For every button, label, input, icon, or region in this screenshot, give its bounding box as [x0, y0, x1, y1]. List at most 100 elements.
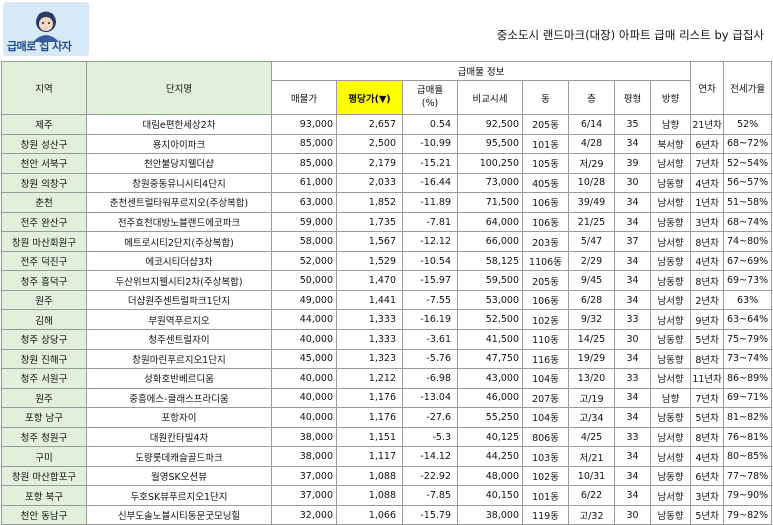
price-cell: 49,000 — [271, 289, 337, 311]
year-cell: 9년차 — [690, 309, 725, 331]
region-cell: 청주 서원구 — [1, 368, 87, 389]
pyeong-cell: 34 — [614, 387, 651, 409]
pyeong-cell: 34 — [614, 348, 651, 370]
per-pyeong-cell: 1,529 — [336, 250, 403, 272]
table-row: 춘천 춘천센트럴타워푸르지오(주상복합) 63,000 1,852 -11.89 71,5… — [1, 192, 773, 213]
compare-price-cell: 92,500 — [457, 114, 523, 135]
year-cell: 1년차 — [690, 192, 725, 213]
complex-cell: 메트로시티2단지(주상복합) — [86, 231, 272, 252]
pyeong-cell: 34 — [614, 270, 651, 291]
compare-price-cell: 40,150 — [457, 485, 523, 506]
table-row: 포항 남구 포항자이 40,000 1,176 -27.6 55,250 104동 고/34 3… — [1, 407, 773, 428]
drop-rate-cell: -3.61 — [402, 329, 458, 350]
direction-cell: 남동향 — [649, 250, 692, 272]
compare-price-cell: 47,750 — [457, 348, 523, 370]
compare-price-cell: 95,500 — [457, 133, 523, 155]
price-cell: 61,000 — [271, 172, 337, 194]
floor-cell: 39/49 — [568, 192, 615, 213]
pyeong-cell: 30 — [614, 172, 651, 194]
pyeong-cell: 37 — [614, 231, 651, 252]
region-cell: 원주 — [1, 387, 87, 409]
logo: 급매로 집 사자 — [3, 2, 89, 56]
drop-rate-cell: -12.12 — [402, 231, 458, 252]
table-row: 창원 마산회원구 메트로시티2단지(주상복합) 58,000 1,567 -12.12 6… — [1, 231, 773, 252]
jeonse-cell: 75~79% — [723, 329, 773, 350]
table-row: 창원 성산구 용지아이파크 85,000 2,500 -10.99 95,500 101동 4… — [1, 133, 773, 155]
direction-cell: 남동향 — [649, 270, 692, 291]
dong-cell: 104동 — [522, 407, 569, 428]
complex-cell: 창원중동유니시티4단지 — [86, 172, 272, 194]
pyeong-cell: 33 — [614, 368, 651, 389]
jeonse-cell: 52~54% — [723, 153, 773, 174]
per-pyeong-cell: 1,852 — [336, 192, 403, 213]
per-pyeong-cell: 1,441 — [336, 289, 403, 311]
price-cell: 40,000 — [271, 329, 337, 350]
direction-cell: 남동향 — [649, 465, 692, 487]
year-cell: 5년차 — [690, 504, 725, 525]
per-pyeong-cell: 1,212 — [336, 368, 403, 389]
dong-cell: 205동 — [522, 270, 569, 291]
price-cell: 59,000 — [271, 211, 337, 233]
floor-cell: 4/28 — [568, 133, 615, 155]
year-cell: 7년차 — [690, 387, 725, 409]
year-cell: 5년차 — [690, 407, 725, 428]
pyeong-cell: 34 — [614, 289, 651, 311]
direction-cell: 남동향 — [649, 348, 692, 370]
per-pyeong-cell: 2,179 — [336, 153, 403, 174]
direction-cell: 남향 — [649, 387, 692, 409]
direction-cell: 남서향 — [649, 289, 692, 311]
header-compare-price: 비교시세 — [457, 80, 523, 115]
table-row: 전주 덕진구 에코시티더샵3차 52,000 1,529 -10.54 58,125 110… — [1, 250, 773, 272]
price-cell: 85,000 — [271, 153, 337, 174]
floor-cell: 14/25 — [568, 329, 615, 350]
drop-rate-cell: -22.92 — [402, 465, 458, 487]
header-pyeong: 평형 — [614, 80, 651, 115]
jeonse-cell: 68~72% — [723, 133, 773, 155]
complex-cell: 부원역푸르지오 — [86, 309, 272, 331]
region-cell: 원주 — [1, 289, 87, 311]
direction-cell: 남서향 — [649, 192, 692, 213]
dong-cell: 106동 — [522, 289, 569, 311]
complex-cell: 대원칸타빌4차 — [86, 426, 272, 448]
region-cell: 창원 의창구 — [1, 172, 87, 194]
jeonse-cell: 69~73% — [723, 270, 773, 291]
price-cell: 50,000 — [271, 270, 337, 291]
header-per-pyeong-sort[interactable]: 평당가(▼) — [336, 80, 403, 115]
dong-cell: 106동 — [522, 211, 569, 233]
floor-cell: 고/32 — [568, 504, 615, 525]
region-cell: 구미 — [1, 446, 87, 467]
price-cell: 63,000 — [271, 192, 337, 213]
compare-price-cell: 73,000 — [457, 172, 523, 194]
direction-cell: 남동향 — [649, 211, 692, 233]
compare-price-cell: 48,000 — [457, 465, 523, 487]
region-cell: 청주 흥덕구 — [1, 270, 87, 291]
per-pyeong-cell: 1,066 — [336, 504, 403, 525]
per-pyeong-cell: 1,323 — [336, 348, 403, 370]
year-cell: 4년차 — [690, 172, 725, 194]
jeonse-cell: 80~85% — [723, 446, 773, 467]
price-cell: 32,000 — [271, 504, 337, 525]
compare-price-cell: 53,000 — [457, 289, 523, 311]
pyeong-cell: 34 — [614, 192, 651, 213]
pyeong-cell: 33 — [614, 426, 651, 448]
floor-cell: 10/28 — [568, 172, 615, 194]
price-cell: 45,000 — [271, 348, 337, 370]
direction-cell: 남서향 — [649, 426, 692, 448]
drop-rate-cell: -7.55 — [402, 289, 458, 311]
price-cell: 38,000 — [271, 426, 337, 448]
direction-cell: 남동향 — [649, 329, 692, 350]
jeonse-cell: 52% — [723, 114, 773, 135]
price-cell: 37,000 — [271, 485, 337, 506]
per-pyeong-cell: 1,567 — [336, 231, 403, 252]
per-pyeong-cell: 2,657 — [336, 114, 403, 135]
complex-cell: 춘천센트럴타워푸르지오(주상복합) — [86, 192, 272, 213]
direction-cell: 남동향 — [649, 172, 692, 194]
complex-cell: 에코시티더샵3차 — [86, 250, 272, 272]
drop-rate-cell: -15.79 — [402, 504, 458, 525]
dong-cell: 806동 — [522, 426, 569, 448]
complex-cell: 신부도솔노블시티동문굿모닝힐 — [86, 504, 272, 525]
dong-cell: 102동 — [522, 309, 569, 331]
pyeong-cell: 34 — [614, 133, 651, 155]
complex-cell: 성화호반베르디움 — [86, 368, 272, 389]
complex-cell: 더샵원주센트럴파크1단지 — [86, 289, 272, 311]
